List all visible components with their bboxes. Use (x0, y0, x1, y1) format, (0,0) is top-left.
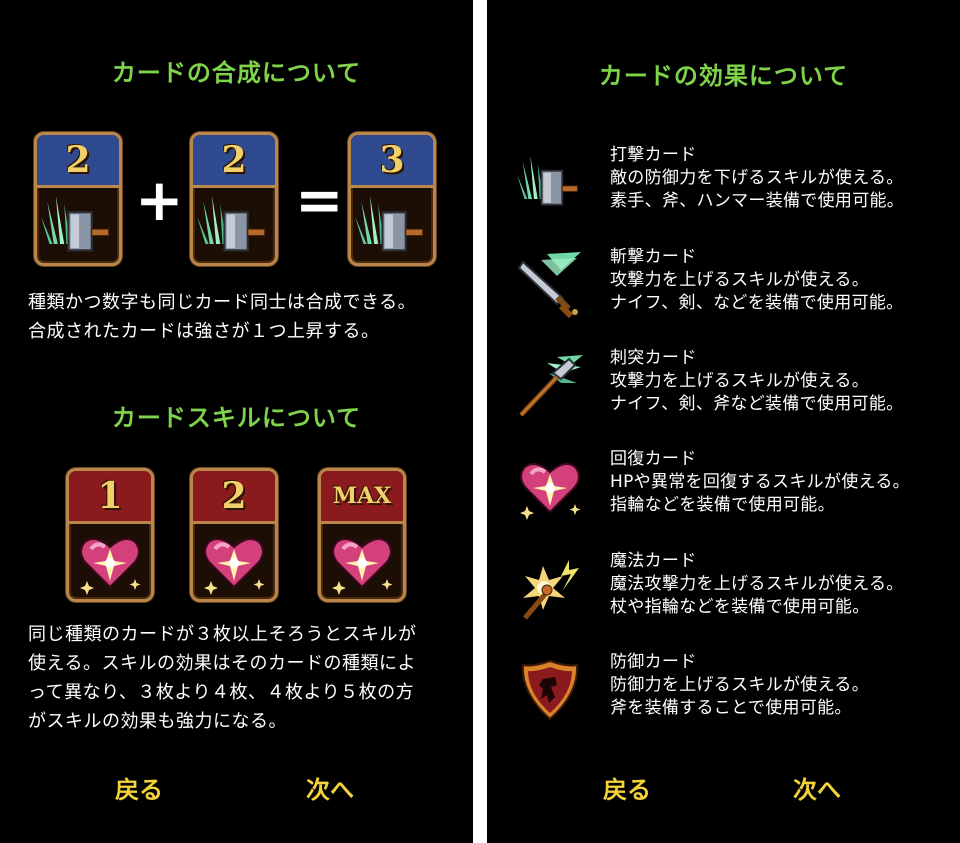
card-type-row-blunt: 打撃カード 敵の防御力を下げるスキルが使える。 素手、斧、ハンマー装備で使用可能… (487, 145, 960, 240)
card-type-equipment: 杖や指輪などを装備で使用可能。 (610, 597, 870, 617)
card-heal-level-max: MAX (318, 468, 406, 602)
card-type-name: 打撃カード (610, 145, 697, 165)
card-type-info: 魔法カード 魔法攻撃力を上げるスキルが使える。 杖や指輪などを装備で使用可能。 (610, 550, 904, 619)
card-type-effect: HPや異常を回復するスキルが使える。 (610, 472, 910, 492)
card-type-row-slash: 斬撃カード 攻撃力を上げるスキルが使える。 ナイフ、剣、などを装備で使用可能。 (487, 247, 960, 342)
card-type-info: 斬撃カード 攻撃力を上げるスキルが使える。 ナイフ、剣、などを装備で使用可能。 (610, 246, 903, 315)
card-type-effect: 攻撃力を上げるスキルが使える。 (610, 371, 869, 391)
card-type-name: 防御カード (610, 652, 697, 672)
heart-icon (78, 536, 143, 595)
synthesis-description: 種類かつ数字も同じカード同士は合成できる。 合成されたカードは強さが１つ上昇する… (28, 292, 417, 342)
sword-icon (517, 252, 581, 318)
card-blunt-level-2: 2 (34, 132, 122, 266)
next-button[interactable]: 次へ (793, 770, 841, 805)
card-level-number: MAX (321, 471, 403, 524)
spear-icon (519, 355, 583, 417)
card-type-row-heal: 回復カード HPや異常を回復するスキルが使える。 指輪などを装備で使用可能。 (487, 449, 960, 544)
equals-sign: = (295, 166, 344, 234)
card-level-number: 3 (351, 135, 433, 188)
card-type-equipment: 指輪などを装備で使用可能。 (610, 495, 835, 515)
card-heal-level-2: 2 (190, 468, 278, 602)
card-type-equipment: ナイフ、剣、などを装備で使用可能。 (610, 293, 904, 313)
card-type-row-pierce: 刺突カード 攻撃力を上げるスキルが使える。 ナイフ、剣、斧など装備で使用可能。 (487, 348, 960, 443)
hammer-icon (41, 194, 110, 252)
card-type-info: 防御カード 防御力を上げるスキルが使える。 斧を装備することで使用可能。 (610, 651, 869, 720)
card-level-number: 2 (37, 135, 119, 188)
card-type-name: 刺突カード (610, 348, 697, 368)
next-button[interactable]: 次へ (306, 770, 354, 805)
plus-sign: + (135, 166, 184, 234)
card-type-equipment: 素手、斧、ハンマー装備で使用可能。 (610, 191, 905, 211)
card-level-number: 2 (193, 135, 275, 188)
card-type-effect: 攻撃力を上げるスキルが使える。 (610, 270, 869, 290)
hammer-icon (517, 154, 579, 206)
card-type-name: 回復カード (610, 449, 697, 469)
synthesis-help-panel: カードの合成について 2 + 2 = 3 種類かつ数字も同じカード同士は合成でき… (0, 0, 473, 843)
card-type-row-defense: 防御カード 防御力を上げるスキルが使える。 斧を装備することで使用可能。 (487, 652, 960, 747)
card-blunt-level-2: 2 (190, 132, 278, 266)
card-type-row-magic: 魔法カード 魔法攻撃力を上げるスキルが使える。 杖や指輪などを装備で使用可能。 (487, 551, 960, 646)
hammer-icon (197, 194, 266, 252)
heart-icon (518, 461, 583, 520)
card-type-name: 斬撃カード (610, 247, 697, 267)
card-skill-heading: カードスキルについて (111, 403, 362, 432)
card-level-number: 1 (69, 471, 151, 524)
card-type-info: 回復カード HPや異常を回復するスキルが使える。 指輪などを装備で使用可能。 (610, 448, 910, 517)
heart-icon (330, 536, 395, 595)
card-type-effect: 敵の防御力を下げるスキルが使える。 (610, 168, 904, 188)
back-button[interactable]: 戻る (603, 770, 651, 805)
card-heal-level-1: 1 (66, 468, 154, 602)
synthesis-heading: カードの合成について (111, 58, 362, 87)
card-type-effect: 防御力を上げるスキルが使える。 (610, 675, 869, 695)
card-type-info: 打撃カード 敵の防御力を下げるスキルが使える。 素手、斧、ハンマー装備で使用可能… (610, 144, 904, 213)
card-effects-heading: カードの効果について (598, 61, 849, 90)
card-blunt-level-3: 3 (348, 132, 436, 266)
card-effects-panel: カードの効果について 打撃カード 敵の防御力を下げるスキルが使える。 素手、斧、… (487, 0, 960, 843)
back-button[interactable]: 戻る (115, 770, 163, 805)
card-type-info: 刺突カード 攻撃力を上げるスキルが使える。 ナイフ、剣、斧など装備で使用可能。 (610, 347, 903, 416)
card-type-name: 魔法カード (610, 551, 697, 571)
heart-icon (202, 536, 267, 595)
card-level-number: 2 (193, 471, 275, 524)
card-type-effect: 魔法攻撃力を上げるスキルが使える。 (610, 574, 904, 594)
shield-icon (521, 659, 579, 721)
hammer-icon (355, 194, 424, 252)
magic-staff-icon (523, 560, 579, 620)
card-type-equipment: 斧を装備することで使用可能。 (610, 698, 852, 718)
card-type-equipment: ナイフ、剣、斧など装備で使用可能。 (610, 394, 904, 414)
skill-description: 同じ種類のカードが３枚以上そろうとスキルが 使える。スキルの効果はそのカードの種… (28, 624, 417, 732)
